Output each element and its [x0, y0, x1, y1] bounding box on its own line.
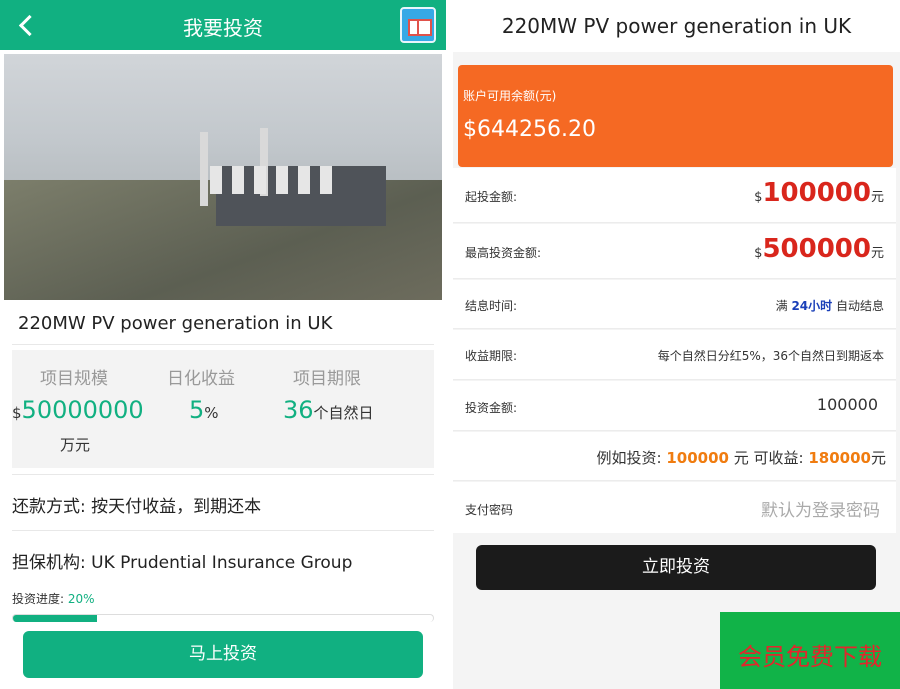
- interest-time-label: 结息时间:: [465, 299, 518, 313]
- invest-form-panel: 220MW PV power generation in UK 账户可用余额(元…: [453, 0, 900, 689]
- interest-prefix: 满: [775, 299, 788, 313]
- photo-tower: [232, 166, 244, 194]
- profit-period-row: 收益期限: 每个自然日分红5%，36个自然日到期返本: [453, 330, 896, 380]
- max-amount: 500000: [762, 234, 871, 264]
- photo-tower: [254, 166, 266, 194]
- balance-label: 账户可用余额(元): [463, 89, 557, 103]
- project-photo: [4, 54, 442, 300]
- scale-unit: 万元: [60, 436, 91, 454]
- interest-suffix: 自动结息: [835, 299, 884, 313]
- photo-tower: [210, 166, 222, 194]
- term-number: 36: [283, 396, 314, 424]
- example-mid: 元 可收益:: [733, 449, 804, 467]
- progress-fill: [13, 615, 97, 622]
- min-amount: 100000: [762, 178, 871, 208]
- project-title: 220MW PV power generation in UK: [18, 313, 333, 334]
- scale-label: 项目规模: [40, 369, 108, 389]
- example-invest: 100000: [666, 449, 729, 467]
- profit-period-value: 每个自然日分红5%，36个自然日到期返本: [657, 349, 884, 363]
- interest-hours: 24小时: [791, 299, 833, 313]
- profit-period-label: 收益期限:: [465, 349, 518, 363]
- term-unit: 个自然日: [313, 404, 374, 422]
- promo-banner[interactable]: 会员免费下载: [720, 612, 900, 689]
- term-label: 项目期限: [293, 369, 361, 389]
- min-invest-row: 起投金额: $100000元: [453, 168, 896, 223]
- yield-unit: %: [204, 404, 219, 422]
- project-detail-panel: 我要投资 220MW PV power generation in UK 项目规…: [0, 0, 446, 689]
- progress-label-text: 投资进度:: [12, 592, 65, 606]
- divider: [12, 530, 434, 531]
- repayment-method: 还款方式: 按天付收益，到期还本: [12, 497, 262, 517]
- invest-submit-button[interactable]: 立即投资: [476, 545, 876, 590]
- example-gain: 180000: [808, 449, 871, 467]
- photo-tower: [320, 166, 332, 194]
- guarantor: 担保机构: UK Prudential Insurance Group: [12, 553, 353, 573]
- interest-time-value: 满 24小时 自动结息: [776, 297, 884, 314]
- password-input[interactable]: 默认为登录密码: [761, 496, 880, 521]
- progress-bar: [12, 614, 434, 622]
- min-invest-label: 起投金额:: [465, 190, 518, 204]
- invest-amount-label: 投资金额:: [465, 401, 518, 415]
- example-prefix: 例如投资:: [596, 449, 662, 467]
- scale-currency: $: [12, 404, 22, 422]
- yield-number: 5: [189, 396, 205, 424]
- form-title: 220MW PV power generation in UK: [453, 0, 900, 52]
- example-text: 例如投资: 100000 元 可收益: 180000元: [597, 447, 887, 468]
- project-stats: 项目规模 日化收益 项目期限 $50000000 5% 36个自然日 万元: [12, 350, 434, 468]
- example-unit: 元: [870, 449, 886, 467]
- photo-tower: [276, 166, 288, 194]
- password-label: 支付密码: [465, 503, 514, 517]
- invest-now-button[interactable]: 马上投资: [23, 631, 423, 678]
- max-invest-value: $500000元: [754, 234, 884, 264]
- scale-value: $50000000: [12, 396, 144, 424]
- invest-amount-input[interactable]: 100000: [817, 395, 878, 414]
- max-invest-row: 最高投资金额: $500000元: [453, 224, 896, 279]
- progress-label: 投资进度: 20%: [12, 590, 95, 607]
- photo-chimney: [200, 132, 208, 206]
- yield-label: 日化收益: [167, 369, 235, 389]
- balance-card: 账户可用余额(元) $644256.20: [458, 65, 893, 167]
- page-title: 我要投资: [183, 16, 263, 40]
- password-row[interactable]: 支付密码 默认为登录密码: [453, 482, 896, 533]
- top-bar: 我要投资: [0, 0, 446, 50]
- divider: [12, 474, 434, 475]
- min-invest-value: $100000元: [754, 178, 884, 208]
- photo-sky: [4, 54, 442, 184]
- progress-value: 20%: [67, 592, 95, 606]
- invest-amount-row[interactable]: 投资金额: 100000: [453, 381, 896, 431]
- balance-amount: $644256.20: [463, 117, 596, 142]
- yield-value: 5%: [189, 396, 219, 424]
- max-invest-label: 最高投资金额:: [465, 246, 542, 260]
- book-icon[interactable]: [400, 7, 436, 43]
- scale-number: 50000000: [21, 396, 144, 424]
- max-unit: 元: [870, 246, 884, 261]
- example-row: 例如投资: 100000 元 可收益: 180000元: [453, 432, 896, 481]
- photo-tower: [298, 166, 310, 194]
- screen: 我要投资 220MW PV power generation in UK 项目规…: [0, 0, 900, 689]
- term-value: 36个自然日: [283, 396, 374, 424]
- interest-time-row: 结息时间: 满 24小时 自动结息: [453, 280, 896, 329]
- min-unit: 元: [870, 190, 884, 205]
- divider: [12, 344, 434, 345]
